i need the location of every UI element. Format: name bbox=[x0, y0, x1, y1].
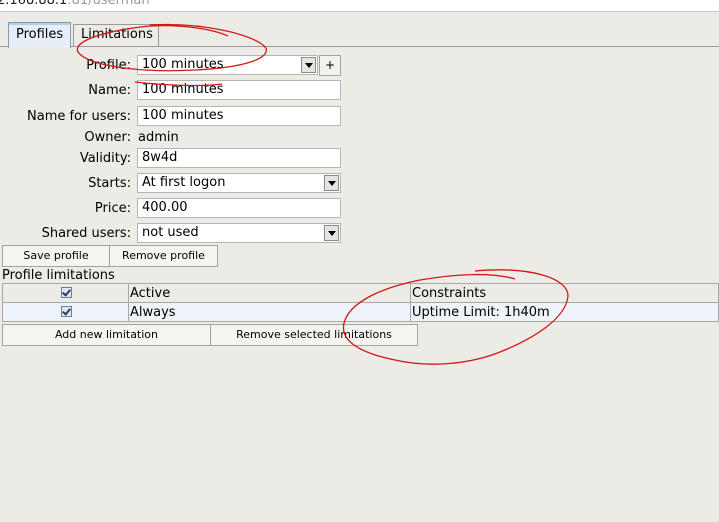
browser-url: 2.168.88.1:81/userman bbox=[0, 0, 150, 8]
starts-select[interactable]: At first logon bbox=[137, 173, 341, 193]
price-label: Price: bbox=[94, 201, 131, 216]
shared-users-label: Shared users: bbox=[41, 226, 131, 241]
constraints-column-header[interactable]: Constraints bbox=[410, 283, 719, 303]
validity-field[interactable]: 8w4d bbox=[137, 148, 341, 168]
table-header-row: Active Constraints bbox=[2, 283, 719, 303]
name-field[interactable]: 100 minutes bbox=[137, 80, 341, 100]
limitations-table: Active Constraints Always Uptime Limit: … bbox=[2, 283, 719, 322]
add-limitation-button[interactable]: Add new limitation bbox=[2, 324, 211, 346]
profile-select[interactable]: 100 minutes bbox=[137, 55, 318, 75]
tab-strip-divider bbox=[0, 46, 719, 47]
chevron-down-icon[interactable] bbox=[301, 57, 316, 73]
starts-label: Starts: bbox=[88, 176, 131, 191]
remove-profile-button[interactable]: Remove profile bbox=[109, 245, 218, 267]
validity-label: Validity: bbox=[79, 151, 131, 166]
row-active-cell: Always bbox=[128, 302, 411, 322]
owner-label: Owner: bbox=[84, 130, 131, 145]
browser-address-bar[interactable]: 2.168.88.1:81/userman bbox=[0, 0, 719, 12]
row-select-cell[interactable] bbox=[2, 302, 129, 322]
profile-label: Profile: bbox=[86, 58, 131, 73]
profile-limitations-title: Profile limitations bbox=[2, 268, 115, 283]
price-field[interactable]: 400.00 bbox=[137, 198, 341, 218]
name-label: Name: bbox=[88, 83, 131, 98]
table-row[interactable]: Always Uptime Limit: 1h40m bbox=[2, 302, 719, 322]
chevron-down-icon[interactable] bbox=[324, 175, 339, 191]
chevron-down-icon[interactable] bbox=[324, 225, 339, 241]
checkbox-checked-icon[interactable] bbox=[60, 286, 72, 298]
active-column-header[interactable]: Active bbox=[128, 283, 411, 303]
row-constraints-cell: Uptime Limit: 1h40m bbox=[410, 302, 719, 322]
name-for-users-field[interactable]: 100 minutes bbox=[137, 106, 341, 126]
tab-profiles[interactable]: Profiles bbox=[8, 22, 71, 48]
name-for-users-label: Name for users: bbox=[27, 109, 131, 124]
owner-value: admin bbox=[138, 130, 179, 145]
shared-users-select[interactable]: not used bbox=[137, 223, 341, 243]
tab-limitations[interactable]: Limitations bbox=[73, 24, 159, 46]
remove-limitations-button[interactable]: Remove selected limitations bbox=[210, 324, 418, 346]
save-profile-button[interactable]: Save profile bbox=[2, 245, 110, 267]
checkbox-checked-icon[interactable] bbox=[60, 305, 72, 317]
add-profile-button[interactable]: + bbox=[319, 55, 341, 76]
select-all-cell[interactable] bbox=[2, 283, 129, 303]
